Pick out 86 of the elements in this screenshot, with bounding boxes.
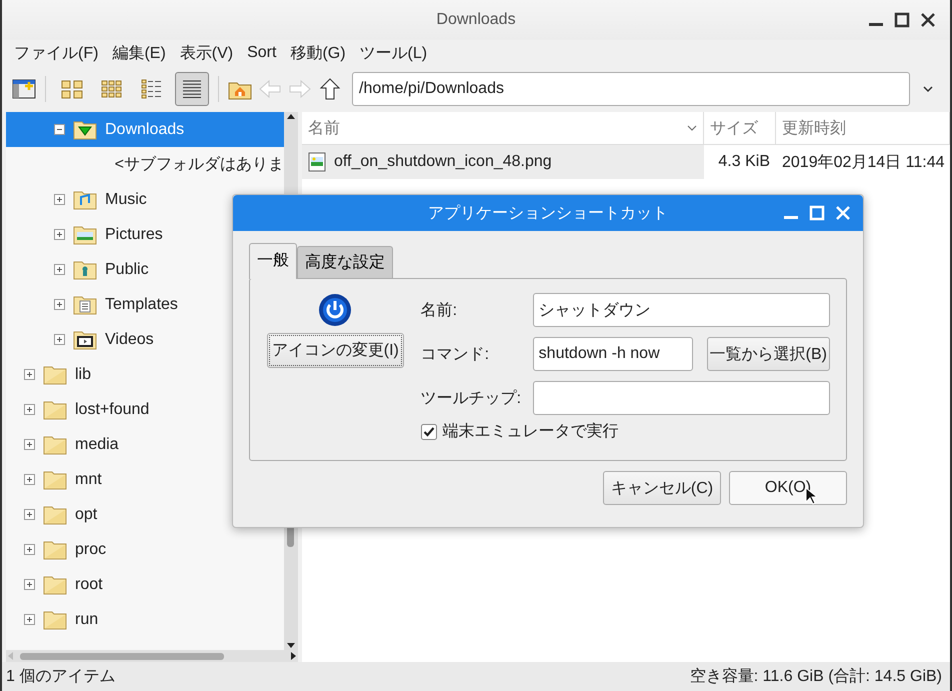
folder-icon <box>73 260 97 280</box>
tree-item[interactable]: proc <box>6 532 284 567</box>
view-mode-button[interactable] <box>175 72 209 106</box>
change-icon-button[interactable]: アイコンの変更(I) <box>266 333 404 368</box>
folder-icon <box>73 120 97 140</box>
folder-icon <box>43 400 67 420</box>
tree-item[interactable]: Templates <box>6 287 284 322</box>
expander-icon[interactable] <box>24 439 35 450</box>
table-cell-text: 4.3 KiB <box>717 152 771 172</box>
menu-item[interactable]: 移動(G) <box>290 42 346 64</box>
expander-icon[interactable] <box>54 194 65 205</box>
table-cell-text: 2019年02月14日 11:44 <box>781 152 946 172</box>
expander-icon[interactable] <box>54 264 65 275</box>
status-text: 1 個のアイテム <box>6 667 116 687</box>
select-from-list-button[interactable]: 一覧から選択(B) <box>706 337 830 371</box>
folder-icon <box>43 470 67 490</box>
scrollbar-thumb[interactable] <box>20 653 224 660</box>
expander-icon[interactable] <box>24 614 35 625</box>
expander-icon[interactable] <box>24 509 35 520</box>
up-arrow-icon[interactable] <box>318 78 342 100</box>
folder-icon <box>43 434 67 454</box>
folder-icon <box>73 330 97 350</box>
tab[interactable]: 一般 <box>249 243 297 279</box>
tree-item[interactable]: Downloads <box>6 112 284 147</box>
folder-icon <box>43 610 67 630</box>
path-field[interactable]: /home/pi/Downloads <box>352 72 910 106</box>
menu-item[interactable]: ツール(L) <box>360 42 428 64</box>
grid-view-icon[interactable] <box>60 78 84 100</box>
caret-icon[interactable] <box>922 85 934 93</box>
expander-icon[interactable] <box>54 334 65 345</box>
expander-icon[interactable] <box>54 299 65 310</box>
grid-view-icon[interactable] <box>140 78 164 100</box>
status-text: 空き容量: 11.6 GiB (合計: 14.5 GiB) <box>690 666 942 687</box>
input-field[interactable]: シャットダウン <box>532 293 830 327</box>
field-label: 名前: <box>420 300 458 320</box>
new-window-icon[interactable] <box>12 78 36 100</box>
window-title: Downloads <box>436 11 516 29</box>
folder-icon <box>73 190 97 210</box>
image-file-icon <box>308 152 326 172</box>
expander-icon[interactable] <box>54 229 65 240</box>
scroll-up-icon[interactable] <box>285 112 297 122</box>
folder-icon <box>43 364 67 384</box>
file-name-cell[interactable]: off_on_shutdown_icon_48.png <box>302 145 704 179</box>
expander-icon[interactable] <box>24 579 35 590</box>
column-header[interactable]: 更新時刻 <box>776 112 950 144</box>
menu-item[interactable]: Sort <box>247 44 276 62</box>
sort-caret-icon <box>687 125 697 131</box>
tree-item[interactable]: run <box>6 602 284 637</box>
menu-item[interactable]: 編集(E) <box>112 42 166 64</box>
tree-item[interactable]: opt <box>6 497 284 532</box>
scroll-right-icon[interactable] <box>288 650 298 662</box>
dialog-title: アプリケーションショートカット <box>428 204 668 224</box>
tree-item[interactable]: root <box>6 567 284 602</box>
input-field[interactable] <box>532 381 830 415</box>
ok-button[interactable]: OK(O) <box>729 471 847 505</box>
expander-icon[interactable] <box>24 474 35 485</box>
folder-icon <box>43 540 67 560</box>
menu-item[interactable]: 表示(V) <box>180 42 234 64</box>
tab[interactable]: 高度な設定 <box>297 246 393 278</box>
list-view-icon[interactable] <box>180 78 204 100</box>
power-icon <box>318 293 352 327</box>
folder-icon <box>73 224 97 244</box>
maximize-icon[interactable] <box>894 12 910 28</box>
expander-icon[interactable] <box>54 124 65 135</box>
field-label: ツールチップ: <box>420 388 522 408</box>
folder-icon <box>73 294 97 314</box>
checkbox[interactable] <box>420 424 437 440</box>
placeholder-text: <サブフォルダはありま <box>114 154 284 175</box>
column-header[interactable]: 名前 <box>302 112 704 144</box>
column-header[interactable]: サイズ <box>704 112 776 144</box>
expander-icon[interactable] <box>24 369 35 380</box>
tree-item[interactable]: lost+found <box>6 392 284 427</box>
close-icon[interactable] <box>920 12 936 28</box>
folder-icon <box>43 574 67 594</box>
expander-icon[interactable] <box>24 544 35 555</box>
tree-item[interactable]: mnt <box>6 462 284 497</box>
menu-item[interactable]: ファイル(F) <box>14 42 98 64</box>
tree-item[interactable]: Music <box>6 182 284 217</box>
cancel-button[interactable]: キャンセル(C) <box>603 471 721 505</box>
checkbox-label: 端末エミュレータで実行 <box>442 422 619 442</box>
field-label: コマンド: <box>420 344 490 364</box>
expander-icon[interactable] <box>24 404 35 415</box>
folder-icon <box>43 504 67 524</box>
grid-view-icon[interactable] <box>100 78 124 100</box>
input-field[interactable]: shutdown -h now <box>532 337 693 371</box>
tree-item[interactable]: media <box>6 427 284 462</box>
